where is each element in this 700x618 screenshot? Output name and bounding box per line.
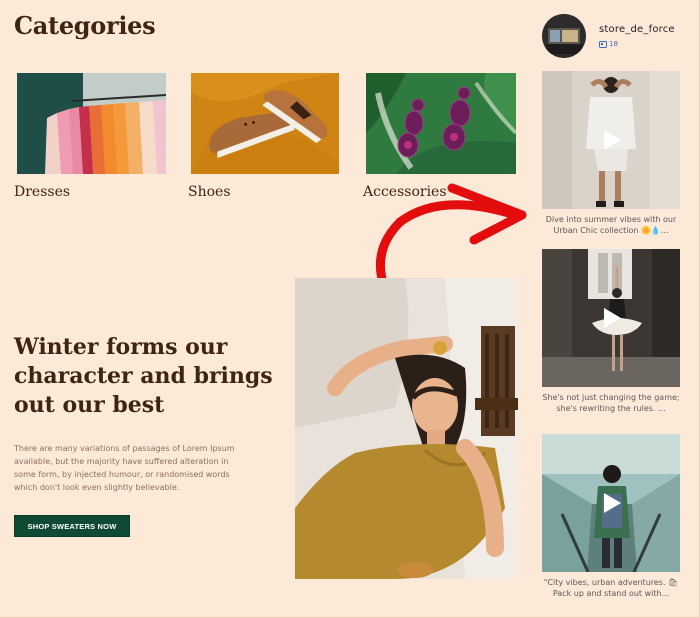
category-card-dresses[interactable]: Dresses — [14, 73, 166, 200]
play-icon[interactable] — [599, 491, 623, 515]
play-icon[interactable] — [599, 306, 623, 330]
store-avatar[interactable] — [542, 14, 586, 58]
followers-icon — [599, 40, 607, 48]
post-caption: "City vibes, urban adventures. 🛍 Pack up… — [543, 578, 679, 598]
post-video-thumbnail[interactable] — [542, 249, 680, 387]
post-video-thumbnail[interactable] — [542, 71, 680, 209]
dresses-image — [17, 73, 166, 174]
follower-count-value: 18 — [609, 40, 618, 48]
hero-description: There are many variations of passages of… — [14, 444, 235, 492]
feed-post[interactable]: Dive into summer vibes with our Urban Ch… — [542, 71, 680, 236]
hero-headline: Winter forms our character and brings ou… — [14, 334, 273, 418]
post-caption: She's not just changing the game; she's … — [542, 393, 680, 413]
shop-sweaters-button[interactable]: SHOP SWEATERS NOW — [14, 515, 130, 537]
post-video-thumbnail[interactable] — [542, 434, 680, 572]
store-username[interactable]: store_de_force — [599, 24, 675, 35]
red-arrow-annotation — [375, 183, 527, 291]
accessories-image — [366, 73, 516, 174]
shoes-image — [191, 73, 339, 174]
hero-model-image — [295, 278, 518, 579]
category-label-shoes: Shoes — [188, 184, 231, 200]
feed-post[interactable]: She's not just changing the game; she's … — [542, 249, 680, 414]
category-label-dresses: Dresses — [14, 184, 71, 200]
feed-post[interactable]: "City vibes, urban adventures. 🛍 Pack up… — [542, 434, 680, 599]
play-icon[interactable] — [599, 128, 623, 152]
post-caption: Dive into summer vibes with our Urban Ch… — [545, 215, 677, 235]
category-card-shoes[interactable]: Shoes — [188, 73, 339, 200]
categories-title: Categories — [14, 11, 156, 40]
follower-count: 18 — [599, 40, 618, 48]
